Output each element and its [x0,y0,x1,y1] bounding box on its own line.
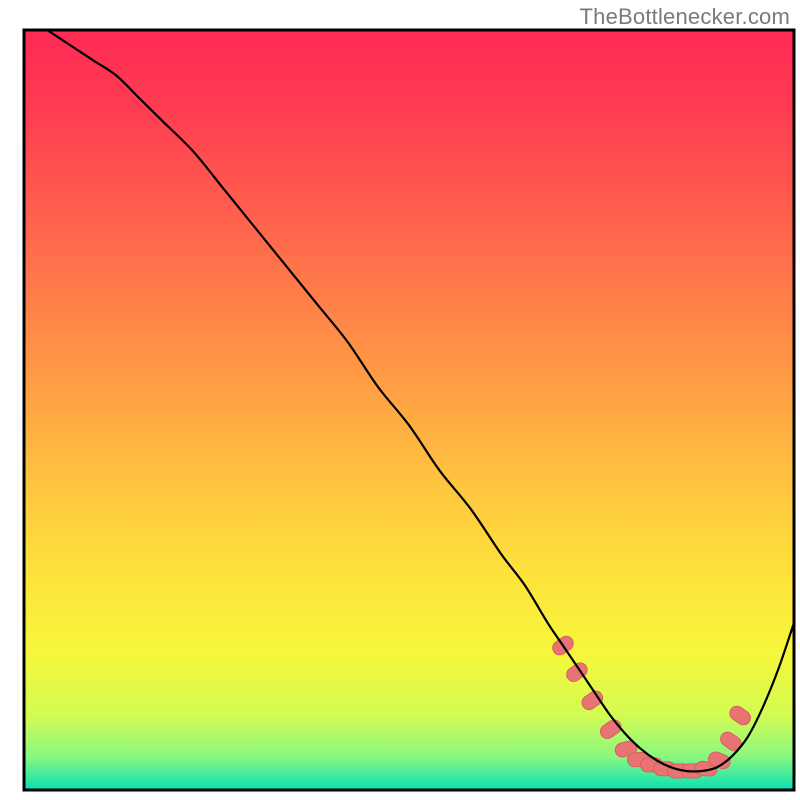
gradient-background [24,30,794,790]
bottleneck-chart: TheBottlenecker.com [0,0,800,800]
chart-svg [0,0,800,800]
plot-area [24,30,794,790]
